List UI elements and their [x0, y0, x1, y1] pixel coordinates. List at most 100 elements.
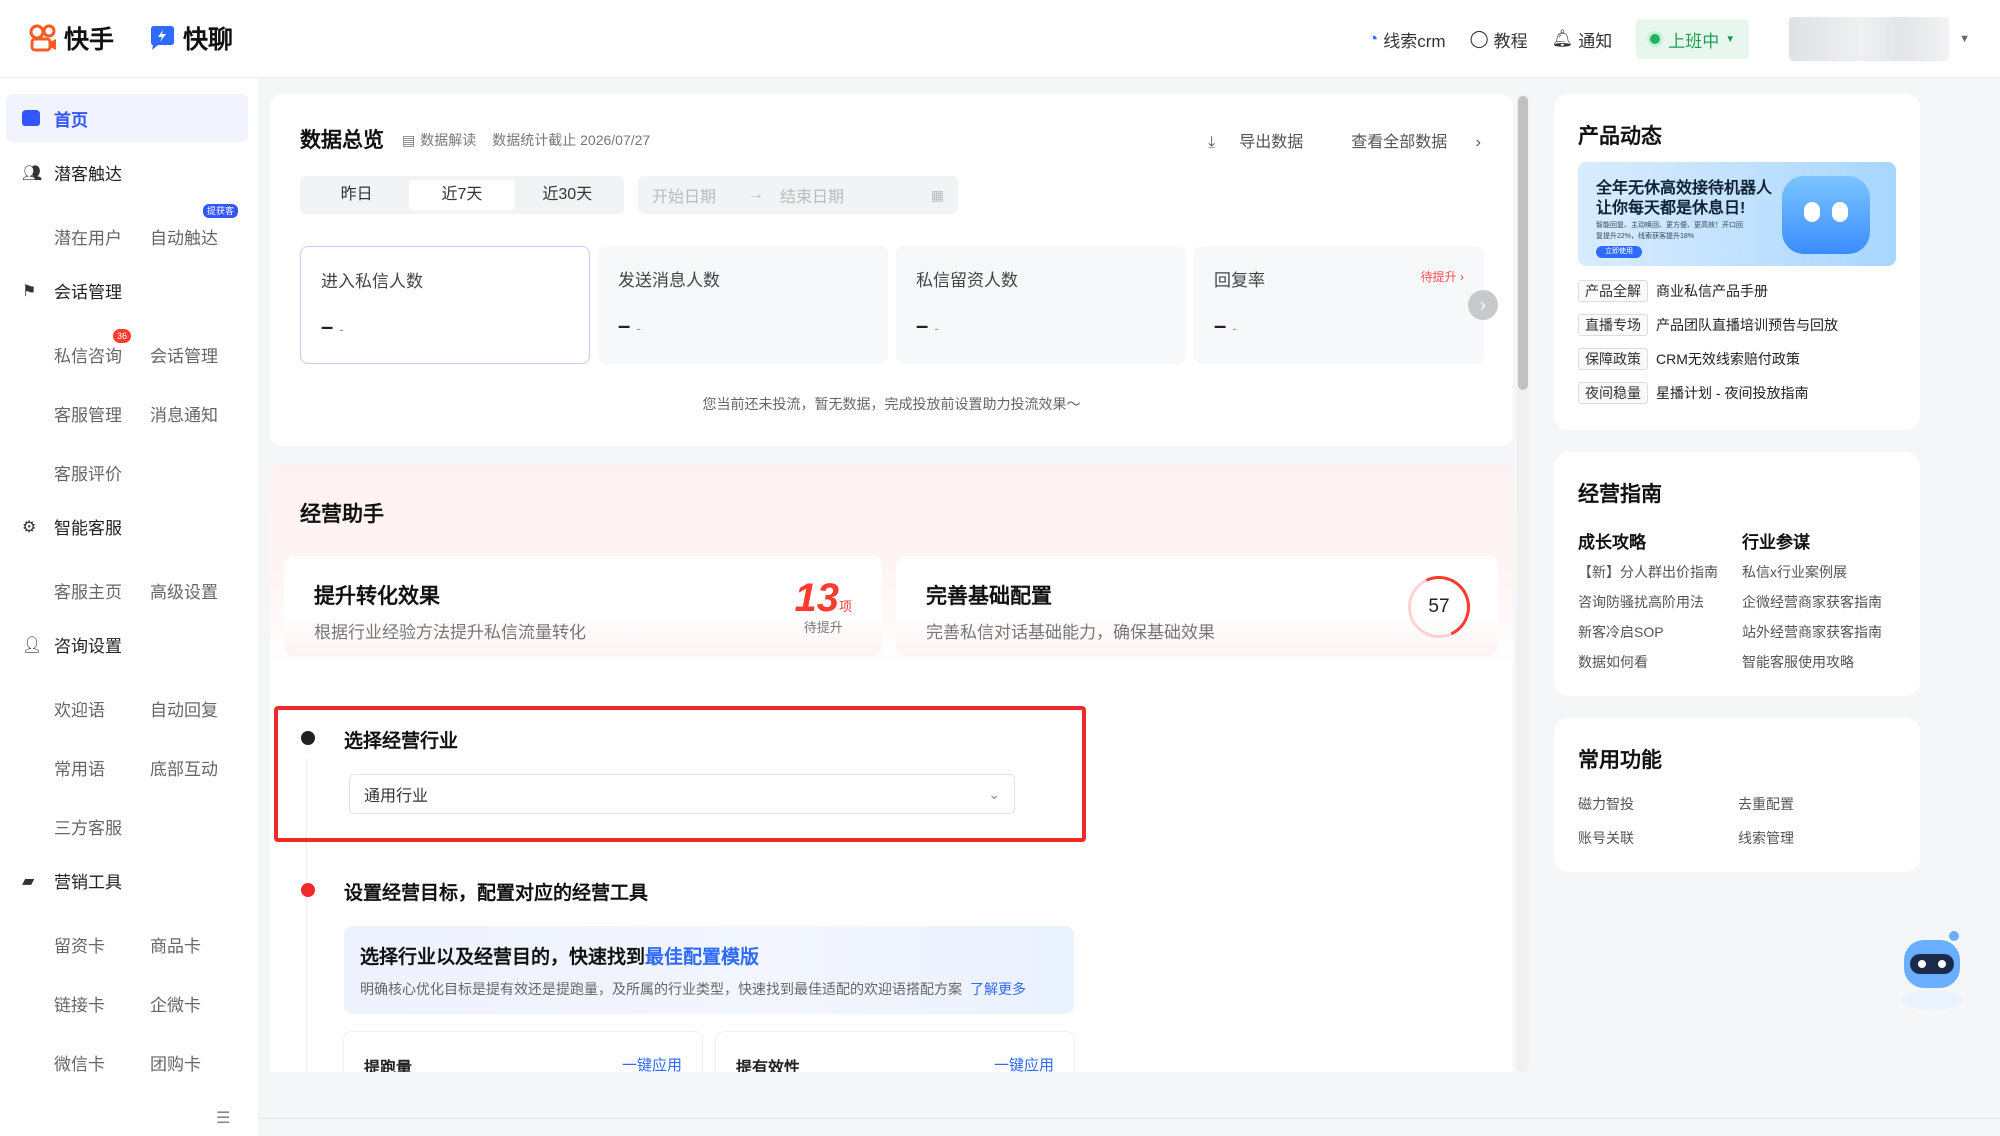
kuaishou-logo[interactable]: 快手 — [28, 20, 114, 56]
sidebar-item-link-card[interactable]: 链接卡 — [54, 991, 105, 1016]
tab-last-30-days[interactable]: 近30天 — [515, 180, 620, 210]
sidebar-item-agent-rating[interactable]: 客服评价 — [54, 460, 122, 485]
robot-icon: ⚙ — [22, 518, 37, 536]
sidebar-group-marketing[interactable]: ▰ 营销工具 — [22, 868, 122, 893]
function-link[interactable]: 线索管理 — [1738, 828, 1794, 848]
template-tip-banner: 选择行业以及经营目的，快速找到最佳配置模版 明确核心优化目标是提有效还是提跑量，… — [344, 926, 1074, 1014]
sidebar-item-auto-reach[interactable]: 自动触达 提获客 — [150, 204, 238, 249]
collapse-sidebar-icon[interactable]: ☰ — [216, 1108, 230, 1128]
top-right-actions: ◔ 线索crm ◯ 教程 🔔︎ 通知 上班中 ▼ ▼ — [1368, 17, 2000, 61]
sidebar-item-home[interactable]: 首页 — [6, 94, 248, 142]
sidebar-item-common-phrases[interactable]: 常用语 — [54, 755, 105, 780]
sidebar-item-groupbuy-card[interactable]: 团购卡 — [150, 1050, 201, 1075]
goal-card-effectiveness[interactable]: 提有效性 一键应用 — [716, 1032, 1074, 1072]
sidebar-item-bottom-interaction[interactable]: 底部互动 — [150, 755, 218, 780]
guide-link[interactable]: 【新】分人群出价指南 — [1578, 562, 1718, 582]
apply-button[interactable]: 一键应用 — [994, 1054, 1054, 1072]
sidebar-group-reach[interactable]: 👥︎ 潜客触达 — [22, 160, 122, 185]
goal-card-traffic[interactable]: 提跑量 一键应用 — [344, 1032, 702, 1072]
home-icon — [22, 110, 40, 126]
sidebar-item-welcome[interactable]: 欢迎语 — [54, 696, 105, 721]
notification-link[interactable]: 🔔︎ 通知 — [1552, 27, 1613, 52]
account-avatar[interactable] — [1789, 17, 1950, 61]
end-date-input[interactable]: 结束日期 — [780, 183, 844, 207]
account-caret-icon[interactable]: ▼ — [1959, 33, 1970, 45]
sidebar-item-product-card[interactable]: 商品卡 — [150, 932, 201, 957]
sidebar-item-dm-inquiry[interactable]: 私信咨询 36 — [54, 329, 131, 367]
metric-label: 进入私信人数 — [321, 272, 423, 291]
crm-link[interactable]: ◔ 线索crm — [1368, 27, 1446, 52]
view-all-data-link[interactable]: 查看全部数据 › — [1327, 128, 1481, 152]
guide-link[interactable]: 新客冷启SOP — [1578, 622, 1664, 642]
pending-count-number: 13 — [794, 576, 839, 620]
sidebar-item-agent-manage[interactable]: 客服管理 — [54, 401, 122, 426]
guide-link[interactable]: 站外经营商家获客指南 — [1742, 622, 1882, 642]
news-text: 商业私信产品手册 — [1656, 283, 1768, 299]
basic-config-card[interactable]: 完善基础配置 完善私信对话基础能力，确保基础效果 57 — [896, 556, 1498, 656]
download-icon: ⤓ — [1208, 134, 1216, 151]
news-item[interactable]: 保障政策 CRM无效线索赔付政策 — [1578, 348, 1800, 370]
kuaishou-logo-icon — [29, 24, 56, 52]
data-overview-card: 数据总览 ▤ 数据解读 数据统计截止 2026/07/27 ⤓ 导出数据 查看全部… — [270, 94, 1513, 446]
tab-last-7-days[interactable]: 近7天 — [409, 180, 515, 210]
main-scrollbar-thumb[interactable] — [1518, 96, 1528, 390]
apply-button[interactable]: 一键应用 — [622, 1054, 682, 1072]
metric-card-reply-rate[interactable]: 回复率 待提升 › – - — [1194, 246, 1484, 364]
sidebar-item-message-notify[interactable]: 消息通知 — [150, 401, 218, 426]
news-text: 产品团队直播培训预告与回放 — [1656, 317, 1838, 333]
metric-card-leads[interactable]: 私信留资人数 – - — [896, 246, 1186, 364]
view-all-label: 查看全部数据 — [1351, 134, 1448, 151]
sidebar-item-wechat-card[interactable]: 微信卡 — [54, 1050, 105, 1075]
sidebar-item-advanced-settings[interactable]: 高级设置 — [150, 578, 218, 603]
sidebar-item-wecom-card[interactable]: 企微卡 — [150, 991, 201, 1016]
overview-actions: ⤓ 导出数据 查看全部数据 › — [1160, 128, 1481, 152]
date-range-picker[interactable]: 开始日期 → 结束日期 ▦ — [638, 176, 958, 214]
tab-yesterday[interactable]: 昨日 — [304, 180, 409, 210]
metric-card-enter-dm[interactable]: 进入私信人数 – - — [300, 246, 590, 364]
news-item[interactable]: 产品全解 商业私信产品手册 — [1578, 280, 1768, 302]
promo-banner[interactable]: 全年无休高效接待机器人 让你每天都是休息日! 智能回复、主动唤回、更方便、更高效… — [1578, 162, 1896, 266]
sidebar-group-consult-settings[interactable]: 👤︎ 咨询设置 — [22, 632, 122, 657]
sidebar-item-session-manage[interactable]: 会话管理 — [150, 342, 218, 367]
metric-value: – - — [916, 313, 1166, 339]
learn-more-link[interactable]: 了解更多 — [970, 981, 1026, 997]
sidebar-item-service-home[interactable]: 客服主页 — [54, 578, 122, 603]
sidebar-item-lead-card[interactable]: 留资卡 — [54, 932, 105, 957]
sidebar-group-session[interactable]: ⚑ 会话管理 — [22, 278, 122, 303]
sidebar-item-potential-users[interactable]: 潜在用户 — [54, 224, 122, 249]
function-link[interactable]: 磁力智投 — [1578, 794, 1634, 814]
sidebar-group-smart-service[interactable]: ⚙ 智能客服 — [22, 514, 122, 539]
sidebar: 首页 👥︎ 潜客触达 潜在用户 自动触达 提获客 ⚑ 会话管理 私信咨询 36 … — [0, 78, 258, 1136]
guide-link[interactable]: 咨询防骚扰高阶用法 — [1578, 592, 1704, 612]
news-item[interactable]: 直播专场 产品团队直播培训预告与回放 — [1578, 314, 1838, 336]
function-link[interactable]: 去重配置 — [1738, 794, 1794, 814]
metrics-next-button[interactable]: › — [1468, 290, 1498, 320]
work-status-dropdown[interactable]: 上班中 ▼ — [1636, 19, 1750, 59]
highlight-annotation-box — [274, 706, 1086, 842]
guide-link[interactable]: 数据如何看 — [1578, 652, 1648, 672]
export-button[interactable]: ⤓ 导出数据 — [1184, 128, 1303, 152]
start-date-input[interactable]: 开始日期 — [652, 183, 716, 207]
sidebar-item-auto-reply[interactable]: 自动回复 — [150, 696, 218, 721]
guide-link[interactable]: 企微经营商家获客指南 — [1742, 592, 1882, 612]
sidebar-item-third-party-service[interactable]: 三方客服 — [54, 814, 122, 839]
tutorial-link[interactable]: ◯ 教程 — [1470, 27, 1528, 52]
assistant-title: 经营助手 — [300, 503, 384, 526]
guide-link[interactable]: 智能客服使用攻略 — [1742, 652, 1854, 672]
metric-card-send-msg[interactable]: 发送消息人数 – - — [598, 246, 888, 364]
floating-assistant-bot-icon[interactable] — [1896, 928, 1968, 1014]
news-item[interactable]: 夜间稳量 星播计划 - 夜间投放指南 — [1578, 382, 1808, 404]
goal-card-title: 提有效性 — [736, 1060, 801, 1072]
kuailiao-logo[interactable]: 快聊 — [147, 20, 233, 56]
guide-link[interactable]: 私信x行业案例展 — [1742, 562, 1847, 582]
function-link[interactable]: 账号关联 — [1578, 828, 1634, 848]
data-interpret-link[interactable]: 数据解读 — [420, 130, 476, 150]
banner-use-button[interactable]: 立即使用 — [1596, 246, 1642, 258]
metric-value: – - — [1214, 313, 1464, 339]
to-improve-link[interactable]: 待提升 › — [1421, 268, 1464, 285]
boost-conversion-card[interactable]: 提升转化效果 根据行业经验方法提升私信流量转化 13项 待提升 — [284, 556, 882, 656]
metric-value-main: – — [618, 313, 631, 338]
news-tag: 直播专场 — [1578, 314, 1648, 336]
unread-count-badge: 36 — [112, 329, 131, 343]
tutorial-icon: ◯ — [1469, 29, 1489, 48]
